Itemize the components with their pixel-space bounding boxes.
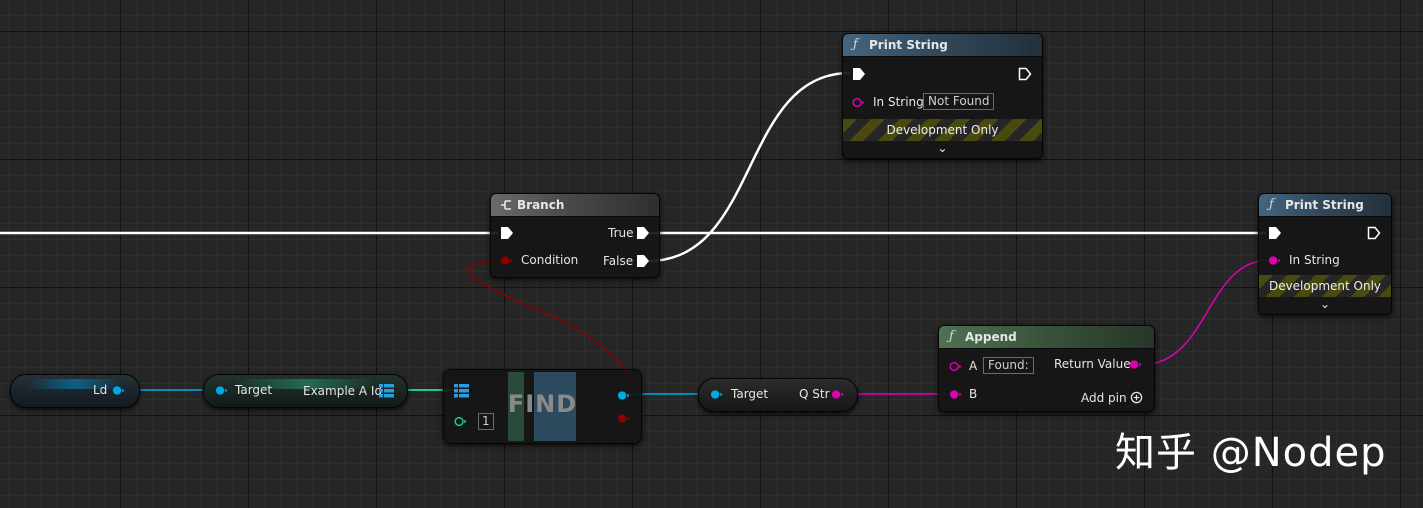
bool-pin-out[interactable]: [617, 412, 630, 425]
append-node[interactable]: ƒ Append A Found: Return Value B Add pin: [938, 325, 1155, 412]
string-pin-a[interactable]: [949, 360, 962, 373]
q-str-label: Q Str: [799, 387, 830, 401]
object-pin-target[interactable]: [215, 384, 228, 397]
a-label: A: [969, 359, 978, 373]
development-only-bar: Development Only: [1259, 275, 1391, 297]
string-wire-return: [1139, 259, 1271, 366]
array-grid-icon[interactable]: [454, 384, 469, 398]
exec-out-pin[interactable]: [1018, 67, 1032, 81]
get-ids-node[interactable]: Target Example A Id: [203, 374, 408, 408]
string-pin-b[interactable]: [949, 388, 962, 401]
print-string-header[interactable]: ƒ Print String: [843, 34, 1042, 57]
a-value-field[interactable]: Found:: [983, 357, 1034, 374]
in-string-label: In String: [1289, 253, 1340, 267]
watermark: 知乎 @Nodep: [1115, 430, 1387, 476]
return-value-label: Return Value: [1054, 357, 1131, 371]
append-header[interactable]: ƒ Append: [939, 326, 1154, 349]
exec-in-pin[interactable]: [1268, 226, 1282, 240]
exec-in-pin[interactable]: [500, 226, 514, 240]
print-string-title: Print String: [1285, 198, 1364, 212]
branch-header[interactable]: Branch: [491, 194, 659, 217]
object-pin-out[interactable]: [112, 384, 125, 397]
string-pin-out[interactable]: [831, 388, 844, 401]
true-exec-pin[interactable]: [636, 226, 650, 240]
print-string-title: Print String: [869, 38, 948, 52]
print-string-node-2[interactable]: ƒ Print String In String Development Onl…: [1258, 193, 1392, 315]
function-icon: ƒ: [1269, 197, 1274, 212]
to-string-node[interactable]: Target Q Str: [698, 378, 858, 412]
object-pin-target[interactable]: [710, 388, 723, 401]
condition-label: Condition: [521, 253, 579, 267]
object-pin-out[interactable]: [617, 389, 630, 402]
chevron-down-icon[interactable]: ⌄: [1259, 298, 1391, 310]
exec-out-pin[interactable]: [1367, 226, 1381, 240]
string-pin-return[interactable]: [1129, 358, 1142, 371]
print-string-node-1[interactable]: ƒ Print String In String Not Found Devel…: [842, 33, 1043, 159]
b-label: B: [969, 387, 978, 401]
int-pin-in[interactable]: [454, 415, 467, 428]
append-title: Append: [965, 330, 1017, 344]
branch-title: Branch: [517, 198, 565, 212]
in-string-field[interactable]: Not Found: [923, 93, 995, 110]
branch-node[interactable]: Branch True Condition False: [490, 193, 660, 278]
example-a-id-label: Example A Id: [303, 384, 383, 398]
target-label: Target: [731, 387, 769, 401]
branch-icon: [501, 200, 511, 210]
print-string-header[interactable]: ƒ Print String: [1259, 194, 1391, 217]
function-icon: ƒ: [853, 37, 858, 52]
ld-variable-node[interactable]: Ld: [10, 374, 140, 408]
node-highlight: [27, 379, 123, 389]
string-pin-in[interactable]: [852, 96, 865, 109]
true-label: True: [608, 226, 634, 240]
find-title: FIND: [507, 390, 578, 418]
add-pin-icon[interactable]: [1130, 391, 1143, 404]
exec-in-pin[interactable]: [852, 67, 866, 81]
condition-bool-pin[interactable]: [500, 254, 513, 267]
array-grid-icon[interactable]: [379, 384, 394, 398]
add-pin-label[interactable]: Add pin: [1081, 391, 1127, 405]
in-string-label: In String: [873, 95, 924, 109]
index-field[interactable]: 1: [478, 413, 494, 430]
ld-label: Ld: [93, 383, 108, 397]
development-only-bar: Development Only: [843, 119, 1042, 141]
chevron-down-icon[interactable]: ⌄: [843, 142, 1042, 154]
function-icon: ƒ: [949, 329, 954, 344]
string-pin-in[interactable]: [1268, 254, 1281, 267]
false-exec-pin[interactable]: [636, 254, 650, 268]
find-node[interactable]: FIND 1: [443, 369, 642, 444]
false-label: False: [603, 254, 634, 268]
target-label: Target: [235, 383, 273, 397]
